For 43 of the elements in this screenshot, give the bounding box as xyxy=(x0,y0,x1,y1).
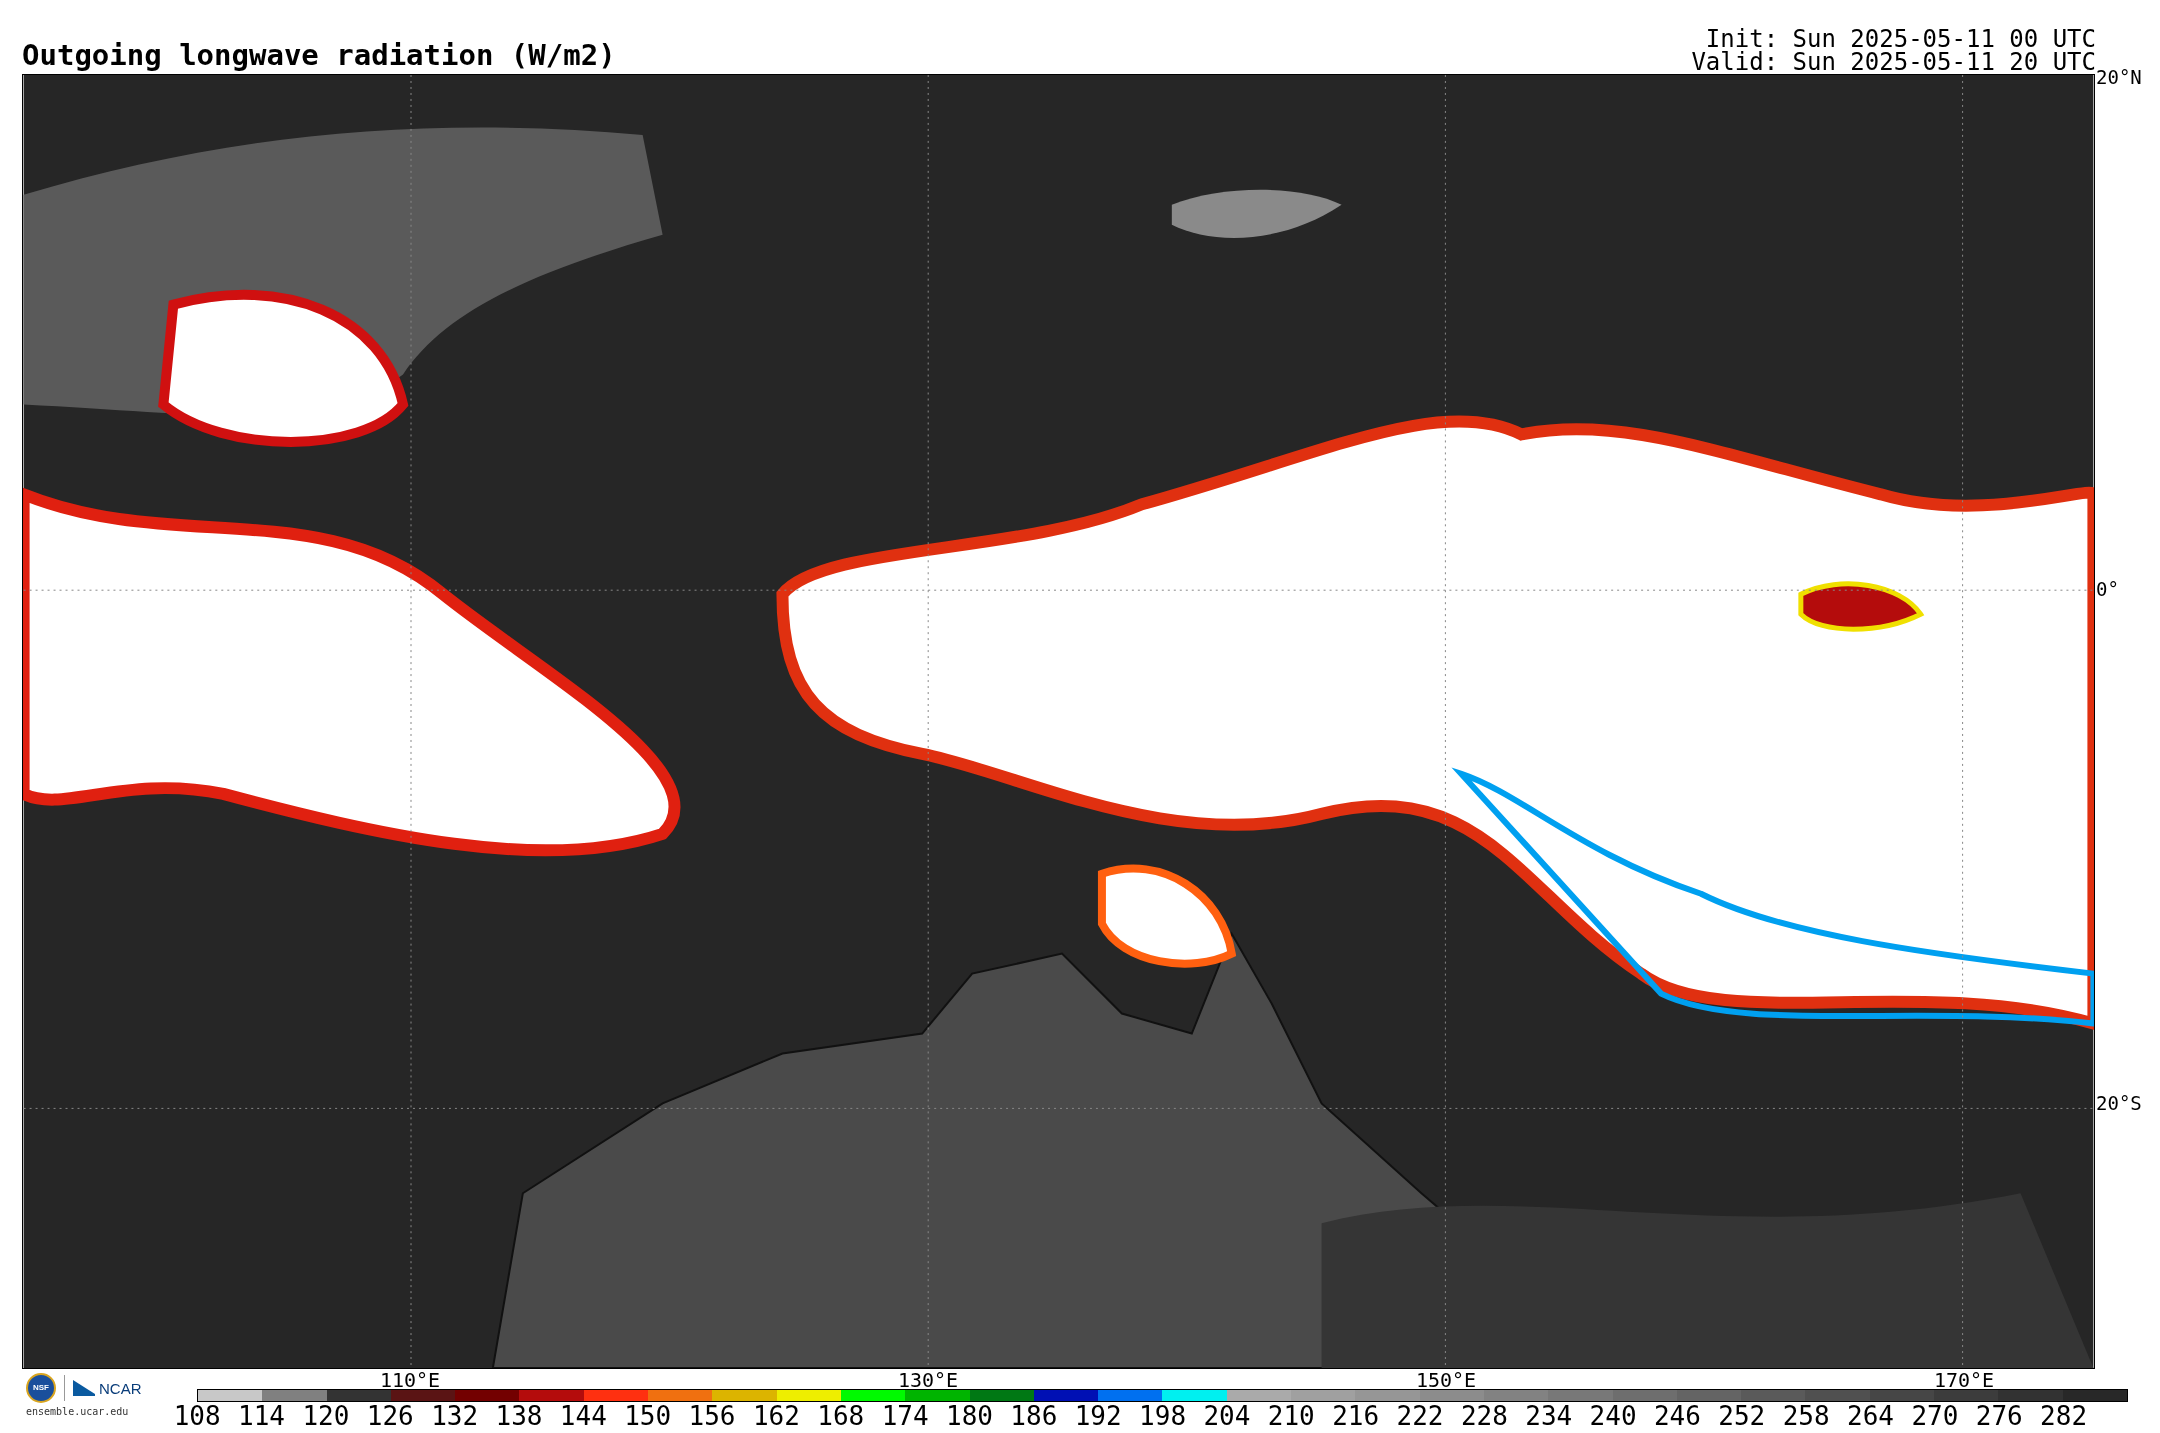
colorbar-label: 282 xyxy=(2039,1403,2089,1429)
colorbar-label: 120 xyxy=(301,1403,351,1429)
colorbar-label: 162 xyxy=(751,1403,801,1429)
colorbar-label: 174 xyxy=(880,1403,930,1429)
colorbar-label: 204 xyxy=(1202,1403,1252,1429)
colorbar-label: 198 xyxy=(1138,1403,1188,1429)
colorbar-label: 156 xyxy=(687,1403,737,1429)
latitude-label: 20°N xyxy=(2096,68,2142,87)
init-time: Init: Sun 2025-05-11 00 UTC xyxy=(1705,28,2096,51)
colorbar-label: 270 xyxy=(1910,1403,1960,1429)
chart-title: Outgoing longwave radiation (W/m2) xyxy=(22,41,616,70)
colorbar-label: 264 xyxy=(1846,1403,1895,1429)
colorbar-label: 150 xyxy=(623,1403,673,1429)
colorbar-label: 180 xyxy=(945,1403,994,1429)
longitude-label: 170°E xyxy=(1933,1370,1995,1390)
colorbar-label: 276 xyxy=(1974,1403,2024,1429)
colorbar-label: 216 xyxy=(1331,1403,1381,1429)
colorbar-label: 252 xyxy=(1717,1403,1767,1429)
colorbar-label: 126 xyxy=(365,1403,415,1429)
website-url: ensemble.ucar.edu xyxy=(26,1407,130,1417)
colorbar-label: 246 xyxy=(1652,1403,1702,1429)
colorbar-label: 258 xyxy=(1781,1403,1831,1429)
colorbar-label: 138 xyxy=(494,1403,544,1429)
latitude-label: 20°S xyxy=(2096,1094,2142,1113)
colorbar-label: 192 xyxy=(1073,1403,1123,1429)
colorbar-label: 144 xyxy=(558,1403,608,1429)
colorbar-label: 132 xyxy=(430,1403,480,1429)
colorbar-label: 114 xyxy=(237,1403,286,1429)
colorbar-label: 186 xyxy=(1009,1403,1059,1429)
colorbar-label: 108 xyxy=(172,1403,222,1429)
nsf-logo: NSF xyxy=(26,1373,56,1403)
colorbar-label: 210 xyxy=(1266,1403,1316,1429)
colorbar-label: 240 xyxy=(1588,1403,1638,1429)
colorbar-label: 168 xyxy=(816,1403,866,1429)
longitude-label: 110°E xyxy=(379,1370,441,1390)
valid-time: Valid: Sun 2025-05-11 20 UTC xyxy=(1691,51,2096,74)
longitude-label: 150°E xyxy=(1415,1370,1477,1390)
colorbar-label: 222 xyxy=(1395,1403,1445,1429)
longitude-label: 130°E xyxy=(897,1370,959,1390)
colorbar-label: 234 xyxy=(1524,1403,1574,1429)
ncar-logo: NCAR xyxy=(73,1380,142,1396)
latitude-label: 0° xyxy=(2096,580,2119,599)
colorbar-label: 228 xyxy=(1459,1403,1509,1429)
